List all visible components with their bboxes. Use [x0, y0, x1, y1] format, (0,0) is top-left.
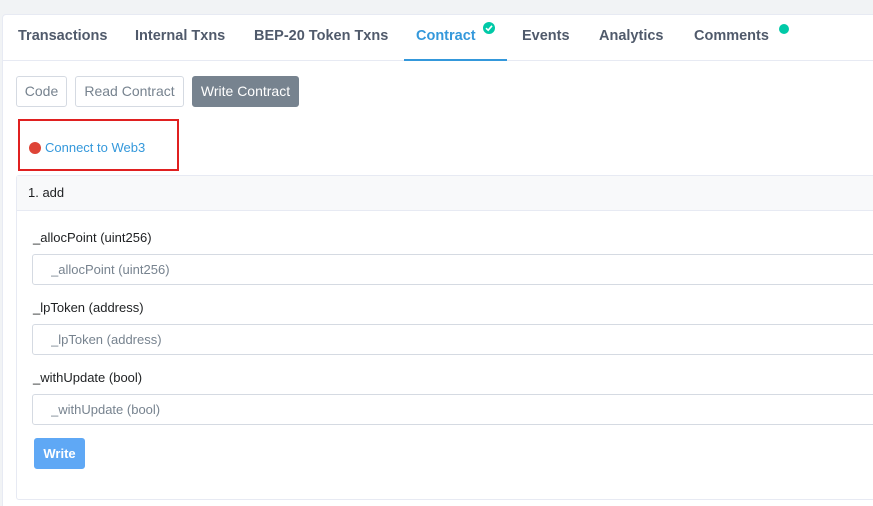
tab-label: BEP-20 Token Txns — [254, 28, 389, 44]
tab-events[interactable]: Events — [522, 15, 570, 61]
function-header[interactable]: 1. add — [17, 176, 873, 211]
tab-analytics[interactable]: Analytics — [599, 15, 663, 61]
alloc-point-label: _allocPoint (uint256) — [33, 230, 152, 245]
tab-bar: Transactions Internal Txns BEP-20 Token … — [3, 15, 873, 61]
tab-label: Contract — [416, 28, 476, 44]
connect-to-web3-link[interactable]: Connect to Web3 — [29, 140, 145, 158]
tab-contract[interactable]: Contract — [404, 15, 507, 61]
check-circle-icon — [482, 22, 495, 34]
connection-status-icon — [29, 142, 41, 154]
connect-label: Connect to Web3 — [45, 140, 146, 155]
with-update-input[interactable] — [32, 394, 873, 425]
write-button[interactable]: Write — [34, 438, 85, 469]
tab-internal-txns[interactable]: Internal Txns — [135, 15, 225, 61]
tab-comments[interactable]: Comments — [694, 15, 789, 61]
tab-bep20-token-txns[interactable]: BEP-20 Token Txns — [254, 15, 388, 61]
read-contract-button[interactable]: Read Contract — [75, 76, 184, 107]
with-update-label: _withUpdate (bool) — [33, 370, 143, 385]
lp-token-label: _lpToken (address) — [33, 300, 144, 315]
tab-label: Transactions — [18, 28, 108, 44]
write-contract-button[interactable]: Write Contract — [192, 76, 299, 107]
tab-label: Comments — [694, 28, 769, 44]
tab-transactions[interactable]: Transactions — [18, 15, 107, 61]
tab-label: Analytics — [599, 28, 664, 44]
alloc-point-input[interactable] — [32, 254, 873, 285]
notification-dot-icon — [778, 24, 789, 34]
tab-label: Internal Txns — [135, 28, 226, 44]
lp-token-input[interactable] — [32, 324, 873, 355]
code-button[interactable]: Code — [16, 76, 67, 107]
tab-label: Events — [522, 28, 570, 44]
